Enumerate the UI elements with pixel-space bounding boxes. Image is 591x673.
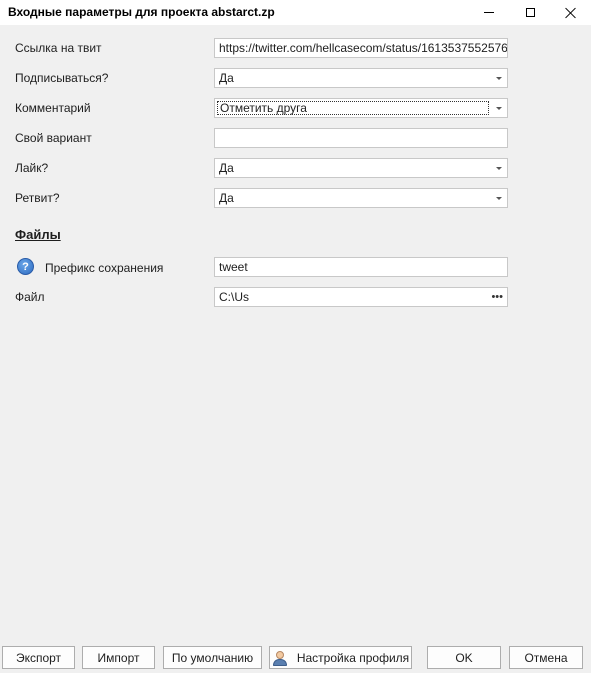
retweet-select[interactable]: Да — [214, 188, 508, 208]
subscribe-select[interactable]: Да — [214, 68, 508, 88]
chevron-down-icon — [496, 197, 502, 200]
profile-settings-button[interactable]: Настройка профиля — [269, 646, 412, 669]
like-value: Да — [219, 161, 234, 175]
browse-ellipsis-icon[interactable]: ••• — [491, 288, 503, 306]
help-icon[interactable]: ? — [17, 258, 34, 275]
retweet-label: Ретвит? — [15, 191, 60, 205]
profile-settings-label: Настройка профиля — [296, 650, 410, 665]
comment-value: Отметить друга — [220, 101, 307, 115]
tweet-link-input[interactable]: https://twitter.com/hellcasecom/status/1… — [214, 38, 508, 58]
tweet-link-label: Ссылка на твит — [15, 41, 102, 55]
own-variant-input[interactable] — [214, 128, 508, 148]
default-button[interactable]: По умолчанию — [163, 646, 262, 669]
like-select[interactable]: Да — [214, 158, 508, 178]
tweet-link-value: https://twitter.com/hellcasecom/status/1… — [219, 41, 508, 55]
cancel-button[interactable]: Отмена — [509, 646, 583, 669]
file-label: Файл — [15, 290, 45, 304]
comment-select[interactable]: Отметить друга — [214, 98, 508, 118]
save-prefix-label: Префикс сохранения — [45, 261, 164, 275]
window-title: Входные параметры для проекта abstarct.z… — [8, 5, 275, 19]
close-button[interactable] — [548, 0, 591, 25]
subscribe-label: Подписываться? — [15, 71, 109, 85]
ok-button[interactable]: OK — [427, 646, 501, 669]
save-prefix-value: tweet — [219, 260, 248, 274]
export-button[interactable]: Экспорт — [2, 646, 75, 669]
import-button[interactable]: Импорт — [82, 646, 155, 669]
user-profile-icon — [272, 650, 288, 666]
input-parameters-dialog: Входные параметры для проекта abstarct.z… — [0, 0, 591, 673]
like-label: Лайк? — [15, 161, 49, 175]
minimize-button[interactable] — [466, 0, 512, 25]
minimize-icon — [484, 12, 494, 13]
maximize-icon — [525, 8, 535, 17]
files-section-title: Файлы — [15, 227, 61, 242]
file-path-value: C:\Us — [219, 290, 249, 304]
file-path-input[interactable]: C:\Us ••• — [214, 287, 508, 307]
close-icon — [565, 7, 577, 19]
subscribe-value: Да — [219, 71, 234, 85]
comment-label: Комментарий — [15, 101, 91, 115]
save-prefix-input[interactable]: tweet — [214, 257, 508, 277]
chevron-down-icon — [496, 167, 502, 170]
chevron-down-icon — [496, 77, 502, 80]
title-bar[interactable]: Входные параметры для проекта abstarct.z… — [0, 0, 591, 25]
maximize-button[interactable] — [507, 0, 553, 25]
retweet-value: Да — [219, 191, 234, 205]
chevron-down-icon — [496, 107, 502, 110]
own-variant-label: Свой вариант — [15, 131, 92, 145]
